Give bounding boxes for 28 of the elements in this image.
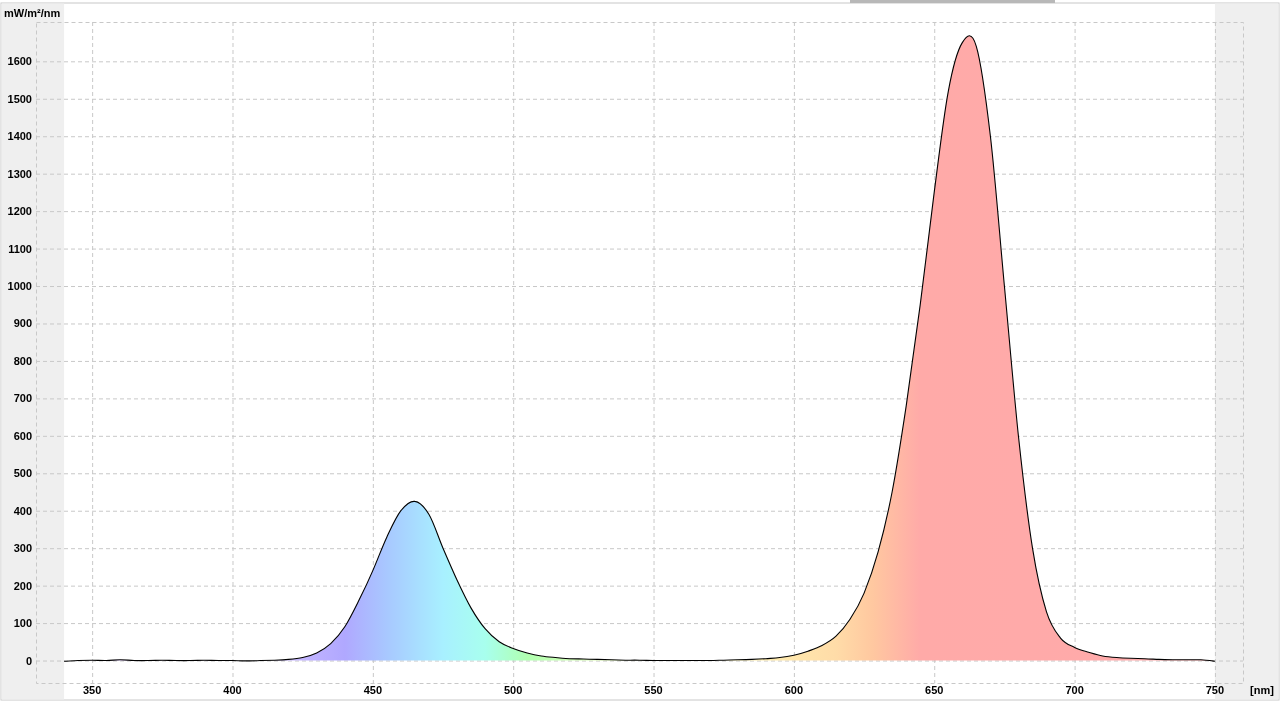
y-tick-label: 200: [13, 579, 32, 592]
x-tick-label: 750: [1205, 684, 1225, 696]
y-tick-label: 400: [13, 504, 32, 517]
y-tick-label: 900: [13, 317, 32, 330]
y-tick-label: 800: [13, 354, 32, 367]
y-tick-label: 100: [13, 617, 32, 630]
x-tick-label: 550: [644, 684, 663, 696]
y-tick-label: 1300: [7, 167, 32, 180]
y-tick-label: 1500: [7, 92, 32, 105]
x-tick-label: 350: [82, 684, 102, 696]
y-tick-label: 1600: [7, 55, 32, 68]
x-tick-label: 500: [504, 684, 523, 696]
x-tick-label: 400: [223, 684, 242, 696]
y-tick-label: 1400: [7, 130, 32, 143]
y-axis-label: mW/m²/nm: [4, 7, 61, 19]
y-tick-label: 0: [25, 654, 32, 667]
y-tick-label: 1200: [7, 205, 32, 218]
y-tick-label: 600: [13, 429, 32, 442]
y-tick-label: 1000: [7, 280, 32, 293]
y-tick-label: 500: [13, 467, 32, 480]
x-tick-label: 700: [1065, 684, 1084, 696]
x-axis-label: [nm]: [1250, 684, 1274, 696]
y-tick-label: 700: [13, 392, 32, 405]
x-tick-label: 450: [363, 684, 382, 696]
x-tick-label: 600: [784, 684, 804, 696]
x-tick-label: 650: [925, 684, 944, 696]
y-tick-label: 1100: [8, 242, 32, 255]
y-tick-label: 300: [13, 542, 32, 555]
